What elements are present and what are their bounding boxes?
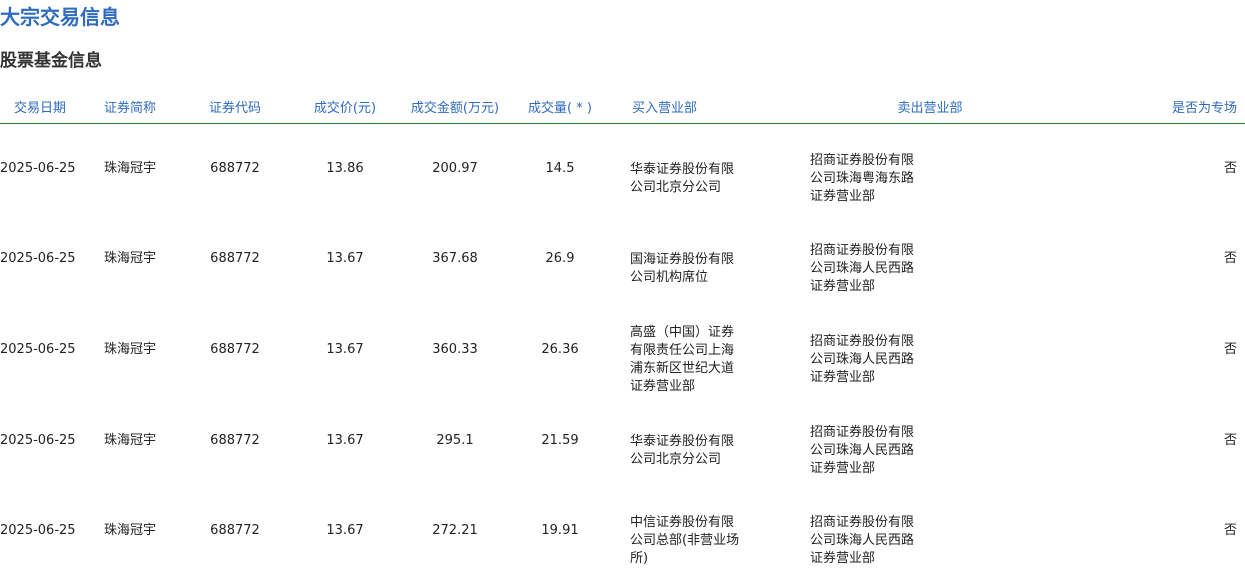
cell-name: 珠海冠宇: [103, 161, 156, 176]
cell-volume: 19.91: [541, 523, 579, 538]
cell-buyer: 高盛（中国）证券有限责任公司上海浦东新区世纪大道证券营业部: [610, 304, 810, 396]
cell-code: 688772: [210, 433, 260, 448]
seller-text: 招商证券股份有限公司珠海粤海东路证券营业部: [810, 153, 915, 204]
cell-date: 2025-06-25: [0, 251, 76, 266]
cell-seller: 招商证券股份有限公司珠海人民西路证券营业部: [810, 396, 1050, 486]
table-row: 2025-06-25 珠海冠宇 688772 13.67 295.1 21.59…: [0, 396, 1245, 486]
cell-buyer: 国海证券股份有限公司机构席位: [610, 214, 810, 304]
seller-text: 招商证券股份有限公司珠海人民西路证券营业部: [810, 425, 915, 476]
cell-buyer: 华泰证券股份有限公司北京分公司: [610, 396, 810, 486]
seller-text: 招商证券股份有限公司珠海人民西路证券营业部: [810, 243, 915, 294]
table-row: 2025-06-25 珠海冠宇 688772 13.86 200.97 14.5…: [0, 124, 1245, 215]
cell-name: 珠海冠宇: [103, 342, 156, 357]
cell-volume: 26.9: [545, 251, 575, 266]
seller-text: 招商证券股份有限公司珠海人民西路证券营业部: [810, 515, 915, 566]
cell-special: 否: [1223, 433, 1237, 448]
cell-special: 否: [1223, 342, 1237, 357]
buyer-text: 华泰证券股份有限公司北京分公司: [630, 162, 735, 195]
cell-volume: 14.5: [545, 161, 575, 176]
column-header-buyer[interactable]: 买入营业部: [610, 90, 810, 124]
cell-code: 688772: [210, 342, 260, 357]
column-header-name[interactable]: 证券简称: [80, 90, 180, 124]
column-header-code[interactable]: 证券代码: [180, 90, 290, 124]
cell-volume: 26.36: [541, 342, 579, 357]
column-header-volume[interactable]: 成交量( * ): [510, 90, 610, 124]
cell-date: 2025-06-25: [0, 342, 76, 357]
cell-date: 2025-06-25: [0, 433, 76, 448]
cell-special: 否: [1223, 251, 1237, 266]
cell-seller: 招商证券股份有限公司珠海人民西路证券营业部: [810, 486, 1050, 576]
cell-name: 珠海冠宇: [103, 523, 156, 538]
cell-amount: 367.68: [432, 251, 478, 266]
column-header-special[interactable]: 是否为专场: [1050, 90, 1245, 124]
cell-buyer: 中信证券股份有限公司总部(非营业场所): [610, 486, 810, 576]
column-header-seller[interactable]: 卖出营业部: [810, 90, 1050, 124]
cell-special: 否: [1223, 523, 1237, 538]
page-title: 大宗交易信息: [0, 5, 120, 29]
cell-seller: 招商证券股份有限公司珠海人民西路证券营业部: [810, 304, 1050, 396]
table-header-row: 交易日期 证券简称 证券代码 成交价(元) 成交金额(万元) 成交量( * ) …: [0, 90, 1245, 124]
table-row: 2025-06-25 珠海冠宇 688772 13.67 367.68 26.9…: [0, 214, 1245, 304]
block-trade-table: 交易日期 证券简称 证券代码 成交价(元) 成交金额(万元) 成交量( * ) …: [0, 90, 1245, 576]
seller-text: 招商证券股份有限公司珠海人民西路证券营业部: [810, 334, 915, 385]
cell-special: 否: [1223, 161, 1237, 176]
cell-seller: 招商证券股份有限公司珠海人民西路证券营业部: [810, 214, 1050, 304]
cell-date: 2025-06-25: [0, 161, 76, 176]
cell-code: 688772: [210, 251, 260, 266]
cell-date: 2025-06-25: [0, 523, 76, 538]
cell-seller: 招商证券股份有限公司珠海粤海东路证券营业部: [810, 124, 1050, 215]
column-header-amount[interactable]: 成交金额(万元): [400, 90, 510, 124]
cell-price: 13.67: [326, 433, 364, 448]
table-row: 2025-06-25 珠海冠宇 688772 13.67 360.33 26.3…: [0, 304, 1245, 396]
column-header-price[interactable]: 成交价(元): [290, 90, 400, 124]
buyer-text: 华泰证券股份有限公司北京分公司: [630, 434, 735, 467]
buyer-text: 高盛（中国）证券有限责任公司上海浦东新区世纪大道证券营业部: [630, 325, 735, 394]
cell-name: 珠海冠宇: [103, 251, 156, 266]
buyer-text: 国海证券股份有限公司机构席位: [630, 252, 735, 285]
cell-amount: 272.21: [432, 523, 478, 538]
cell-price: 13.67: [326, 523, 364, 538]
cell-code: 688772: [210, 523, 260, 538]
cell-buyer: 华泰证券股份有限公司北京分公司: [610, 124, 810, 215]
cell-volume: 21.59: [541, 433, 579, 448]
cell-amount: 360.33: [432, 342, 478, 357]
buyer-text: 中信证券股份有限公司总部(非营业场所): [630, 515, 740, 566]
section-title: 股票基金信息: [0, 51, 102, 71]
cell-price: 13.67: [326, 342, 364, 357]
cell-price: 13.67: [326, 251, 364, 266]
table-row: 2025-06-25 珠海冠宇 688772 13.67 272.21 19.9…: [0, 486, 1245, 576]
cell-name: 珠海冠宇: [103, 433, 156, 448]
cell-code: 688772: [210, 161, 260, 176]
column-header-date[interactable]: 交易日期: [0, 90, 80, 124]
cell-amount: 295.1: [436, 433, 474, 448]
cell-price: 13.86: [326, 161, 364, 176]
cell-amount: 200.97: [432, 161, 478, 176]
